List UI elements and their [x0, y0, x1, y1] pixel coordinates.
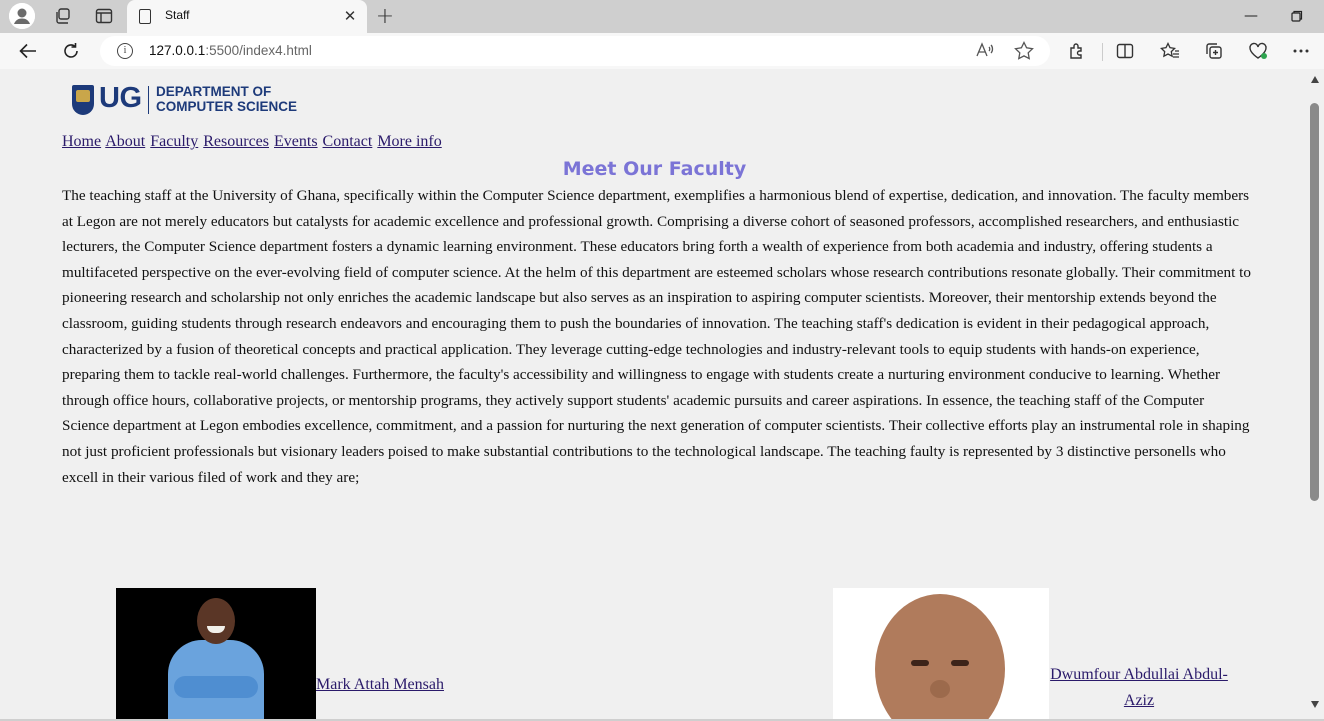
- extensions-icon[interactable]: [1063, 38, 1091, 64]
- faculty-name-link[interactable]: Dwumfour Abdullai Abdul-Aziz: [1049, 662, 1229, 714]
- close-tab-icon[interactable]: ✕: [341, 6, 359, 26]
- faculty-photo: [116, 588, 316, 719]
- workspaces-icon[interactable]: [50, 4, 76, 28]
- faculty-photo: [833, 588, 1049, 719]
- photo-head-shape: [875, 594, 1005, 719]
- nav-about-link[interactable]: About: [105, 133, 145, 150]
- nav-home-link[interactable]: Home: [62, 133, 101, 150]
- back-icon[interactable]: [14, 38, 42, 64]
- photo-eye-shape: [951, 660, 969, 666]
- vertical-scrollbar[interactable]: [1306, 69, 1324, 719]
- minimize-icon[interactable]: —: [1236, 5, 1266, 27]
- nav-events-link[interactable]: Events: [274, 133, 318, 150]
- restore-icon[interactable]: [1282, 5, 1312, 27]
- url-path: :5500/index4.html: [205, 43, 312, 58]
- photo-arms-shape: [174, 676, 258, 698]
- toolbar-separator: [1102, 43, 1103, 61]
- faculty-intro-paragraph: The teaching staff at the University of …: [62, 187, 1251, 486]
- tab-strip: Staff ✕ + —: [0, 0, 1324, 33]
- photo-eye-shape: [911, 660, 929, 666]
- site-info-icon[interactable]: i: [117, 43, 133, 59]
- collections-icon[interactable]: [1200, 38, 1228, 64]
- photo-head-shape: [197, 598, 235, 644]
- ug-crest-icon: [72, 85, 94, 115]
- department-logo[interactable]: UG DEPARTMENT OF COMPUTER SCIENCE: [70, 82, 310, 118]
- tab-actions-icon[interactable]: [91, 4, 117, 28]
- nav-faculty-link[interactable]: Faculty: [150, 133, 198, 150]
- read-aloud-icon[interactable]: [974, 41, 996, 61]
- refresh-icon[interactable]: [57, 38, 85, 64]
- logo-dept-line1: DEPARTMENT OF: [156, 84, 272, 99]
- logo-divider: [148, 86, 149, 114]
- scroll-down-arrow-icon[interactable]: [1311, 701, 1319, 708]
- url-host: 127.0.0.1: [149, 43, 206, 58]
- page-title: Meet Our Faculty: [562, 158, 747, 180]
- logo-dept-line2: COMPUTER SCIENCE: [156, 98, 298, 114]
- new-tab-icon[interactable]: +: [372, 4, 398, 29]
- nav-resources-link[interactable]: Resources: [203, 133, 269, 150]
- profile-icon[interactable]: [9, 3, 35, 29]
- faculty-name-link[interactable]: Mark Attah Mensah: [316, 676, 444, 694]
- address-bar[interactable]: i 127.0.0.1:5500/index4.html: [100, 36, 1050, 66]
- main-nav: Home About Faculty Resources Events Cont…: [62, 133, 443, 151]
- page-icon: [139, 9, 151, 24]
- browser-toolbar: i 127.0.0.1:5500/index4.html: [0, 33, 1324, 69]
- nav-contact-link[interactable]: Contact: [323, 133, 373, 150]
- logo-ug-text: UG: [99, 82, 142, 114]
- favorite-star-icon[interactable]: [1013, 41, 1035, 61]
- page-viewport: UG DEPARTMENT OF COMPUTER SCIENCE Home A…: [3, 69, 1306, 719]
- url-text[interactable]: 127.0.0.1:5500/index4.html: [149, 43, 312, 58]
- favorites-icon[interactable]: [1156, 38, 1184, 64]
- photo-nose-shape: [930, 680, 950, 698]
- scroll-up-arrow-icon[interactable]: [1311, 76, 1319, 83]
- browser-essentials-icon[interactable]: [1244, 38, 1272, 64]
- tab-staff[interactable]: Staff ✕: [127, 0, 367, 33]
- tab-title: Staff: [165, 8, 190, 22]
- scrollbar-thumb[interactable]: [1310, 103, 1319, 501]
- split-screen-icon[interactable]: [1111, 38, 1139, 64]
- logo-department-text: DEPARTMENT OF COMPUTER SCIENCE: [156, 84, 298, 114]
- nav-more-info-link[interactable]: More info: [377, 133, 441, 150]
- more-options-icon[interactable]: [1287, 38, 1315, 64]
